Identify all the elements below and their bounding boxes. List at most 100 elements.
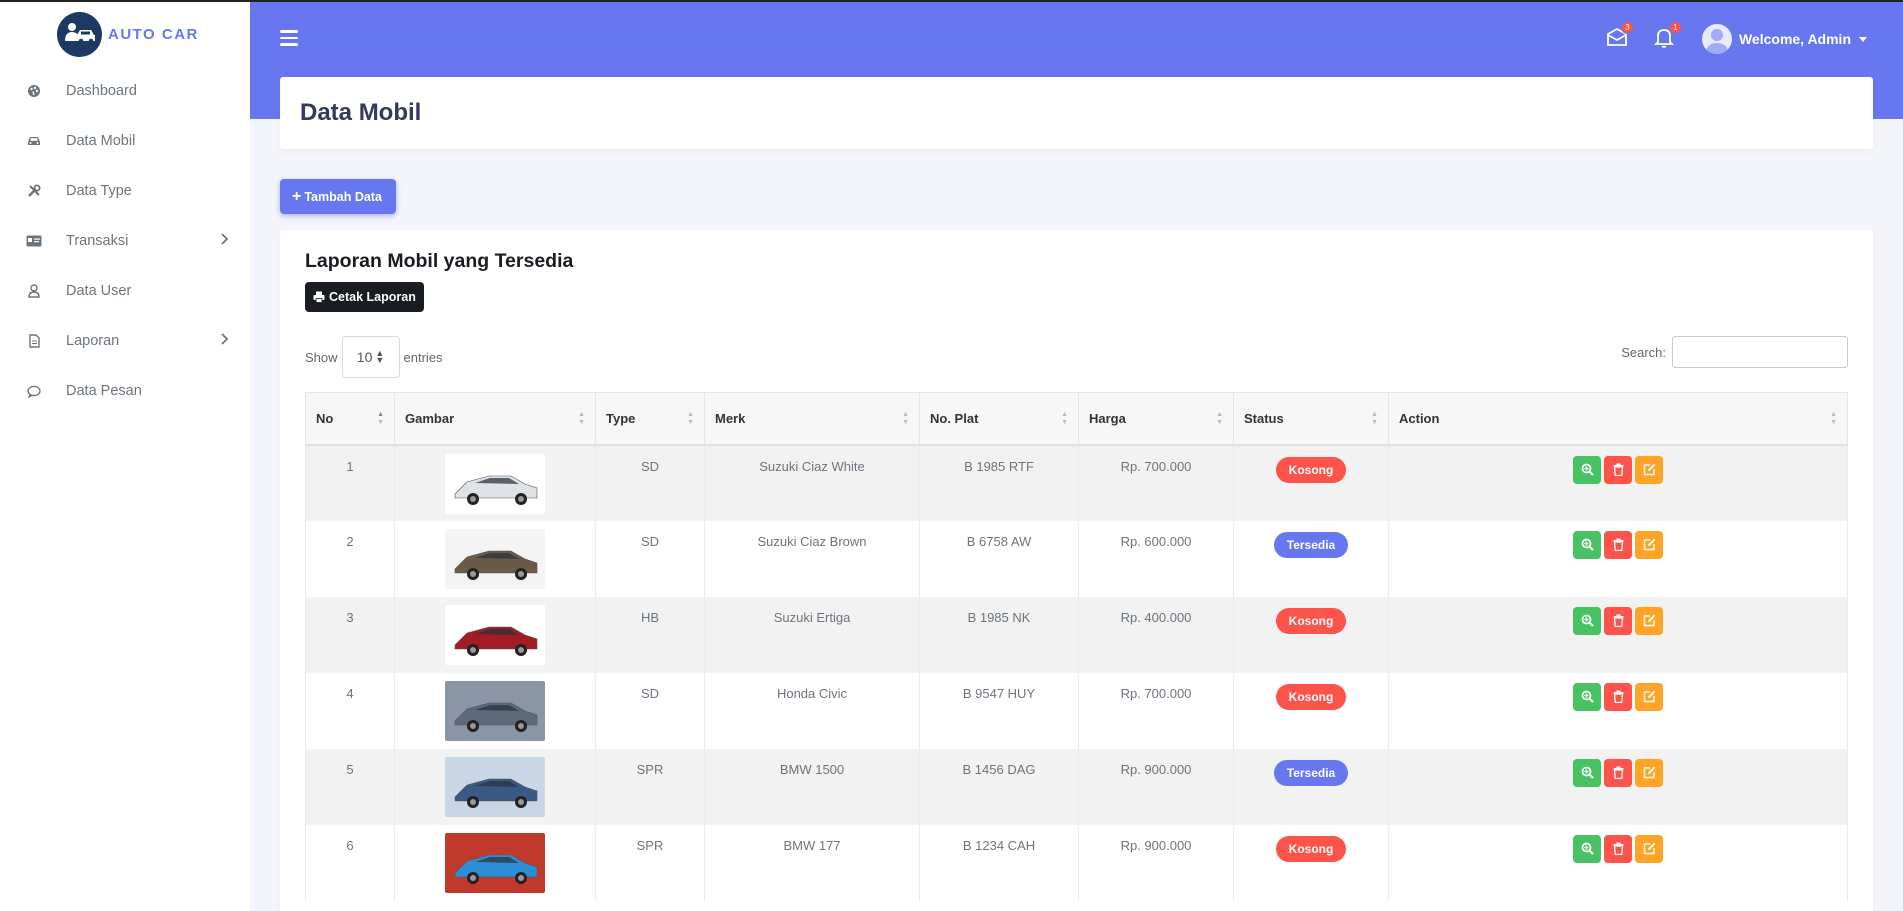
table-body: 1 SD Suzuki Ciaz White B 1985 RTF Rp. 70… <box>305 444 1848 901</box>
cell-merk: Suzuki Ciaz White <box>704 444 920 521</box>
column-header-merk[interactable]: Merk ▲ ▼ <box>704 392 920 446</box>
brand-name: AUTO CAR <box>108 25 199 43</box>
cell-merk: BMW 177 <box>704 824 920 901</box>
sidebar-item-label: Data User <box>66 283 132 299</box>
entries-length: Show 10 ▲ ▼ entries <box>305 336 443 378</box>
column-header-no[interactable]: No ▲ ▼ <box>305 392 395 446</box>
palette-icon <box>26 83 42 99</box>
sidebar-item-label: Dashboard <box>66 83 137 99</box>
column-header-harga[interactable]: Harga ▲ ▼ <box>1078 392 1234 446</box>
sidebar-item-data-mobil[interactable]: Data Mobil <box>0 116 250 166</box>
user-menu[interactable]: Welcome, Admin <box>1701 24 1867 54</box>
caret-down-icon <box>1859 36 1867 42</box>
cell-type: SPR <box>595 748 705 825</box>
delete-button[interactable] <box>1604 530 1632 559</box>
brand[interactable]: AUTO CAR <box>0 2 250 66</box>
plus-icon: + <box>292 187 302 205</box>
comment-icon <box>26 383 42 399</box>
sidebar-item-laporan[interactable]: Laporan <box>0 316 250 366</box>
edit-button[interactable] <box>1635 834 1663 863</box>
column-header-type[interactable]: Type ▲ ▼ <box>595 392 705 446</box>
cell-status: Kosong <box>1233 824 1389 901</box>
sidebar-item-label: Laporan <box>66 333 120 349</box>
edit-icon <box>1643 690 1655 703</box>
cell-harga: Rp. 700.000 <box>1078 672 1234 749</box>
cell-harga: Rp. 700.000 <box>1078 444 1234 521</box>
edit-icon <box>1643 614 1655 627</box>
sidebar-nav: Dashboard Data Mobil Data Type Transaksi <box>0 66 250 416</box>
cell-gambar <box>394 672 596 749</box>
sidebar-item-data-pesan[interactable]: Data Pesan <box>0 366 250 416</box>
add-data-button[interactable]: + Tambah Data <box>280 179 396 214</box>
edit-button[interactable] <box>1635 530 1663 559</box>
zoom-icon <box>1581 538 1594 551</box>
car-image <box>445 756 545 817</box>
delete-button[interactable] <box>1604 682 1632 711</box>
status-badge: Kosong <box>1275 456 1347 483</box>
column-header-status[interactable]: Status ▲ ▼ <box>1233 392 1389 446</box>
entries-label: entries <box>403 349 443 365</box>
edit-button[interactable] <box>1635 758 1663 787</box>
car-image <box>445 453 545 514</box>
car-icon <box>26 133 42 149</box>
trash-icon <box>1613 842 1623 855</box>
view-button[interactable] <box>1573 758 1601 787</box>
messages-button[interactable]: 3 <box>1606 21 1634 49</box>
cell-status: Kosong <box>1233 444 1389 521</box>
tools-icon <box>26 183 42 199</box>
delete-button[interactable] <box>1604 455 1632 484</box>
cell-plat: B 9547 HUY <box>919 672 1079 749</box>
car-image <box>445 832 545 893</box>
column-header-plat[interactable]: No. Plat ▲ ▼ <box>919 392 1079 446</box>
cell-no: 2 <box>305 520 395 597</box>
trash-icon <box>1613 766 1623 779</box>
messages-count-badge: 3 <box>1621 21 1634 34</box>
table-row: 1 SD Suzuki Ciaz White B 1985 RTF Rp. 70… <box>305 444 1848 521</box>
sidebar-item-dashboard[interactable]: Dashboard <box>0 66 250 116</box>
view-button[interactable] <box>1573 682 1601 711</box>
notifications-button[interactable]: 1 <box>1653 21 1682 49</box>
edit-button[interactable] <box>1635 455 1663 484</box>
cell-plat: B 1985 NK <box>919 596 1079 673</box>
cell-no: 3 <box>305 596 395 673</box>
menu-toggle-icon[interactable] <box>280 30 298 46</box>
cell-harga: Rp. 900.000 <box>1078 824 1234 901</box>
cell-type: HB <box>595 596 705 673</box>
print-icon <box>313 291 325 303</box>
column-header-action[interactable]: Action ▲ ▼ <box>1388 392 1848 446</box>
delete-button[interactable] <box>1604 758 1632 787</box>
view-button[interactable] <box>1573 834 1601 863</box>
sidebar-item-transaksi[interactable]: Transaksi <box>0 216 250 266</box>
delete-button[interactable] <box>1604 606 1632 635</box>
notifications-count-badge: 1 <box>1669 21 1682 34</box>
view-button[interactable] <box>1573 530 1601 559</box>
sidebar-item-data-type[interactable]: Data Type <box>0 166 250 216</box>
cell-action <box>1388 672 1848 749</box>
cell-no: 4 <box>305 672 395 749</box>
zoom-icon <box>1581 842 1594 855</box>
cell-harga: Rp. 600.000 <box>1078 520 1234 597</box>
column-header-gambar[interactable]: Gambar ▲ ▼ <box>394 392 596 446</box>
view-button[interactable] <box>1573 606 1601 635</box>
page-title: Data Mobil <box>300 99 422 126</box>
cell-merk: BMW 1500 <box>704 748 920 825</box>
view-button[interactable] <box>1573 455 1601 484</box>
edit-icon <box>1643 842 1655 855</box>
search-input[interactable] <box>1672 336 1848 368</box>
table-row: 3 HB Suzuki Ertiga B 1985 NK Rp. 400.000… <box>305 596 1848 673</box>
edit-button[interactable] <box>1635 606 1663 635</box>
sidebar-item-label: Data Mobil <box>66 133 136 149</box>
delete-button[interactable] <box>1604 834 1632 863</box>
cell-type: SD <box>595 672 705 749</box>
sidebar-item-data-user[interactable]: Data User <box>0 266 250 316</box>
file-icon <box>26 333 42 349</box>
entries-select[interactable]: 10 ▲ ▼ <box>341 336 400 378</box>
cell-merk: Honda Civic <box>704 672 920 749</box>
sidebar-item-label: Transaksi <box>66 233 129 249</box>
edit-button[interactable] <box>1635 682 1663 711</box>
cell-status: Tersedia <box>1233 748 1389 825</box>
print-report-button[interactable]: Cetak Laporan <box>305 282 424 312</box>
trash-icon <box>1613 463 1623 476</box>
zoom-icon <box>1581 766 1594 779</box>
report-card: Laporan Mobil yang Tersedia Cetak Lapora… <box>280 230 1873 911</box>
